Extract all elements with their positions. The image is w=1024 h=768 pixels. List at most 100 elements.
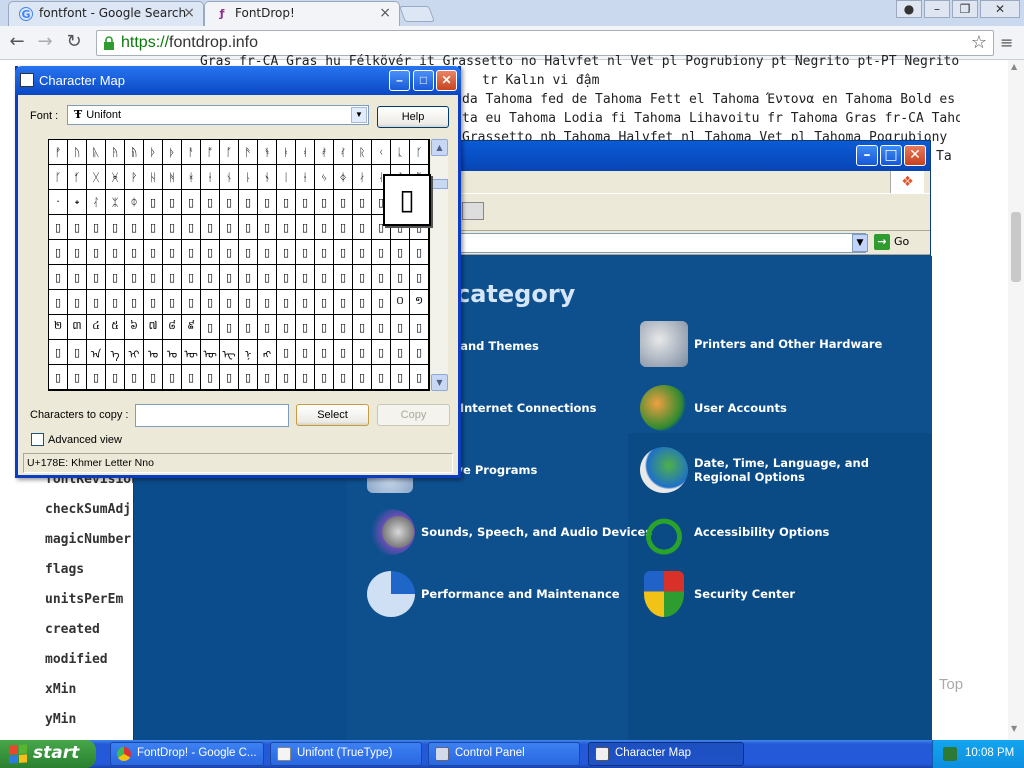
chars-to-copy-input[interactable]	[135, 404, 289, 427]
char-cell[interactable]: ᛰ	[125, 190, 144, 215]
char-cell[interactable]: ▯	[201, 215, 220, 240]
char-cell[interactable]: ᚫ	[239, 140, 258, 165]
char-cell[interactable]: ᠢ	[125, 340, 144, 365]
char-cell[interactable]: ▯	[372, 340, 391, 365]
char-cell[interactable]: ᚩ	[201, 140, 220, 165]
tab-fontdrop[interactable]: ƒ FontDrop! ×	[204, 1, 400, 26]
char-cell[interactable]: ▯	[296, 340, 315, 365]
char-cell[interactable]: ▯	[201, 290, 220, 315]
char-cell[interactable]: ▯	[334, 315, 353, 340]
char-cell[interactable]: ᚸ	[106, 165, 125, 190]
char-cell[interactable]: ᚶ	[68, 165, 87, 190]
char-cell[interactable]: ᠥ	[182, 340, 201, 365]
char-cell[interactable]: ▯	[353, 190, 372, 215]
close-icon[interactable]: ×	[183, 5, 195, 21]
taskbar-item-control-panel[interactable]: Control Panel	[428, 742, 580, 766]
char-cell[interactable]: ᚼ	[182, 165, 201, 190]
char-cell[interactable]: ២	[49, 315, 68, 340]
maximize-button[interactable]: □	[880, 145, 902, 166]
char-cell[interactable]: ᛮ	[87, 190, 106, 215]
char-cell[interactable]: ᚷ	[87, 165, 106, 190]
restore-button[interactable]: ❐	[952, 0, 978, 18]
char-cell[interactable]: ▯	[49, 215, 68, 240]
char-cell[interactable]: ៣	[68, 315, 87, 340]
char-cell[interactable]: ▯	[125, 215, 144, 240]
char-cell[interactable]: ▯	[296, 240, 315, 265]
char-cell[interactable]: ▯	[163, 215, 182, 240]
char-cell[interactable]: ▯	[410, 365, 429, 390]
char-cell[interactable]: ▯	[277, 240, 296, 265]
user-icon[interactable]: ●	[896, 0, 922, 18]
reload-icon[interactable]: ↻	[63, 32, 85, 54]
char-cell[interactable]: ▯	[391, 240, 410, 265]
char-cell[interactable]: ᛀ	[258, 165, 277, 190]
char-cell[interactable]: ▯	[372, 240, 391, 265]
char-cell[interactable]: ▯	[334, 190, 353, 215]
char-cell[interactable]: ᚳ	[391, 140, 410, 165]
taskbar-item-unifont[interactable]: Unifont (TrueType)	[270, 742, 422, 766]
char-cell[interactable]: ▯	[220, 215, 239, 240]
char-cell[interactable]: ▯	[277, 340, 296, 365]
char-cell[interactable]: ▯	[182, 240, 201, 265]
char-cell[interactable]: ▯	[220, 190, 239, 215]
char-cell[interactable]: ▯	[201, 315, 220, 340]
char-cell[interactable]: ▯	[182, 290, 201, 315]
char-cell[interactable]: ▯	[315, 290, 334, 315]
char-cell[interactable]: ▯	[87, 240, 106, 265]
go-button[interactable]: → Go	[874, 234, 909, 250]
char-cell[interactable]: ▯	[239, 315, 258, 340]
char-cell[interactable]: ▯	[201, 240, 220, 265]
grid-scrollbar[interactable]: ▲ ▼	[431, 139, 448, 391]
char-cell[interactable]: ▯	[334, 215, 353, 240]
char-cell[interactable]: ▯	[372, 290, 391, 315]
char-cell[interactable]: ▯	[163, 240, 182, 265]
char-cell[interactable]: ▯	[182, 190, 201, 215]
select-button[interactable]: Select	[296, 404, 369, 426]
char-cell[interactable]: ▯	[391, 315, 410, 340]
char-cell[interactable]: ᚿ	[239, 165, 258, 190]
taskbar-item-charmap[interactable]: Character Map	[588, 742, 744, 766]
chevron-down-icon[interactable]: ▼	[852, 234, 868, 252]
char-cell[interactable]: ▯	[258, 190, 277, 215]
char-cell[interactable]: ᠧ	[220, 340, 239, 365]
char-cell[interactable]: ᠨ	[239, 340, 258, 365]
category-printers[interactable]: Printers and Other Hardware	[640, 321, 920, 367]
char-cell[interactable]: ᠦ	[201, 340, 220, 365]
char-cell[interactable]: ᚡ	[49, 140, 68, 165]
scroll-down-icon[interactable]: ▼	[1011, 724, 1017, 733]
category-security-center[interactable]: Security Center	[640, 571, 920, 617]
char-cell[interactable]: ▯	[315, 190, 334, 215]
char-cell[interactable]: ᚴ	[410, 140, 429, 165]
help-button[interactable]: Help	[377, 106, 449, 128]
scroll-top-button[interactable]: Top	[925, 670, 977, 702]
scroll-up-icon[interactable]: ▲	[1011, 62, 1017, 71]
char-cell[interactable]: ▯	[239, 265, 258, 290]
page-scrollbar[interactable]: ▲ ▼	[1008, 60, 1024, 740]
char-cell[interactable]: ▯	[315, 315, 334, 340]
char-cell[interactable]: ▯	[201, 190, 220, 215]
char-cell[interactable]: ▯	[49, 365, 68, 390]
views-icon[interactable]	[462, 202, 484, 220]
category-date-time[interactable]: Date, Time, Language, and Regional Optio…	[640, 447, 920, 493]
char-cell[interactable]: ᠩ	[258, 340, 277, 365]
char-cell[interactable]: ᚣ	[87, 140, 106, 165]
char-cell[interactable]: ᛫	[49, 190, 68, 215]
char-cell[interactable]: ▯	[49, 240, 68, 265]
char-cell[interactable]: ១	[410, 290, 429, 315]
char-cell[interactable]: ▯	[87, 265, 106, 290]
font-select[interactable]: Ŧ Unifont ▼	[67, 105, 369, 125]
minimize-button[interactable]: –	[924, 0, 950, 18]
category-sounds[interactable]: Sounds, Speech, and Audio Devices	[367, 509, 652, 555]
char-cell[interactable]: ▯	[106, 215, 125, 240]
char-cell[interactable]: ᛭	[68, 190, 87, 215]
char-cell[interactable]: ▯	[220, 240, 239, 265]
char-cell[interactable]: ▯	[372, 265, 391, 290]
network-tray-icon[interactable]	[943, 747, 957, 761]
char-cell[interactable]: ᠣ	[144, 340, 163, 365]
char-cell[interactable]: ▯	[68, 290, 87, 315]
close-icon[interactable]: ×	[379, 5, 391, 21]
char-cell[interactable]: ▯	[220, 365, 239, 390]
char-cell[interactable]: ៨	[163, 315, 182, 340]
taskbar-item-chrome[interactable]: FontDrop! - Google C...	[110, 742, 264, 766]
char-cell[interactable]: ▯	[125, 290, 144, 315]
